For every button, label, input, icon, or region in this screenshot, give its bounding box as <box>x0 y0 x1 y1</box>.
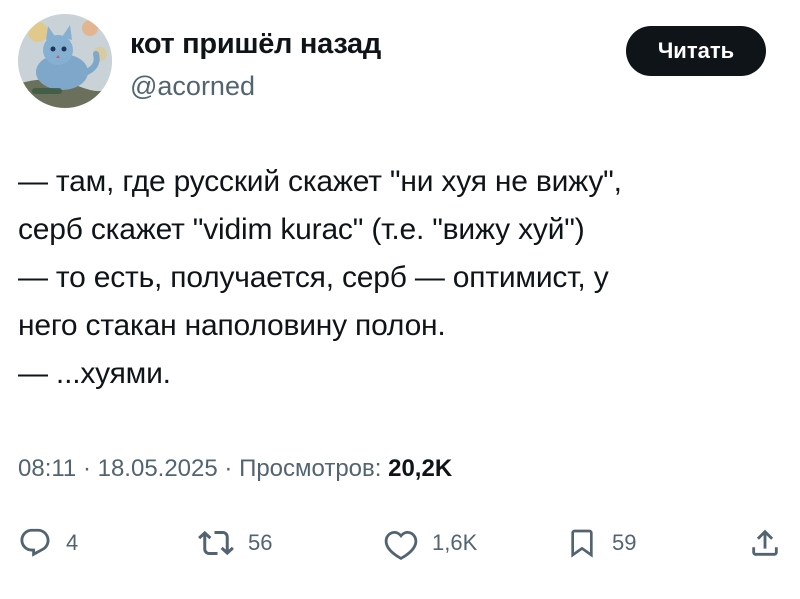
tweet-time[interactable]: 08:11 <box>18 455 76 482</box>
author-handle[interactable]: @acorned <box>130 71 255 102</box>
bookmark-button[interactable]: 59 <box>566 518 636 568</box>
like-button[interactable]: 1,6K <box>384 518 477 568</box>
tweet-text-line: — то есть, получается, серб — оптимист, … <box>18 261 609 294</box>
meta-separator: · <box>76 455 98 482</box>
tweet-actions-bar: 4 56 1,6K 59 <box>0 518 800 568</box>
repost-button[interactable]: 56 <box>198 518 272 568</box>
follow-button[interactable]: Читать <box>626 26 766 76</box>
tweet-text-line: него стакан наполовину полон. <box>18 309 446 342</box>
bookmark-icon <box>571 529 593 558</box>
tweet-text-line: — ...хуями. <box>18 357 171 390</box>
bookmark-count: 59 <box>612 530 637 555</box>
author-avatar[interactable] <box>18 14 112 108</box>
tweet-text-line: серб скажет "vidim kurac" (т.е. "вижу ху… <box>18 213 585 246</box>
tweet-text: — там, где русский скажет "ни хуя не виж… <box>18 158 786 398</box>
views-label: Просмотров: <box>239 455 382 482</box>
tweet-text-line: — там, где русский скажет "ни хуя не виж… <box>18 165 622 198</box>
cat-avatar-icon <box>18 14 112 108</box>
like-count: 1,6K <box>432 530 478 555</box>
tweet-header: кот пришёл назад @acorned Читать <box>18 14 766 114</box>
meta-separator: · <box>217 455 240 482</box>
reply-bubble-icon <box>20 528 50 557</box>
reply-button[interactable]: 4 <box>18 518 78 568</box>
heart-icon <box>384 530 418 560</box>
share-upload-icon <box>752 529 778 556</box>
tweet-date[interactable]: 18.05.2025 <box>98 455 218 482</box>
views-count[interactable]: 20,2K <box>388 455 452 482</box>
share-button[interactable] <box>748 518 782 568</box>
repost-arrows-icon <box>198 530 234 556</box>
author-display-name[interactable]: кот пришёл назад <box>130 28 381 61</box>
repost-count: 56 <box>248 530 273 555</box>
reply-count: 4 <box>66 530 79 555</box>
tweet-meta: 08:11 · 18.05.2025 · Просмотров: 20,2K <box>18 455 452 483</box>
